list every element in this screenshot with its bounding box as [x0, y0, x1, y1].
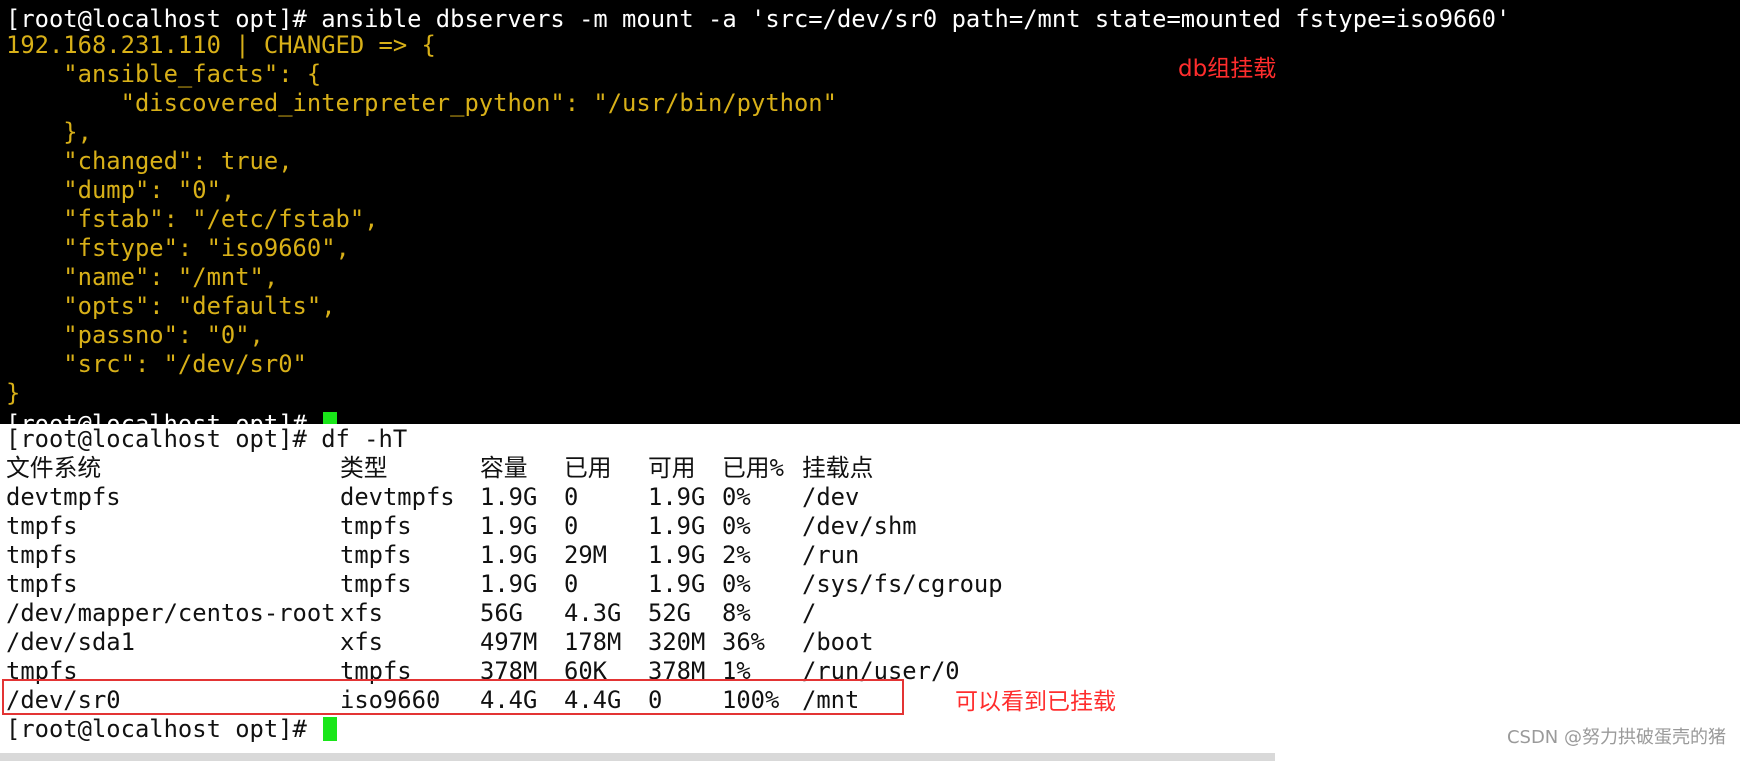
csdn-watermark: CSDN @努力拱破蛋壳的猪 [1506, 727, 1726, 748]
cell-mounted-on: /dev/shm [802, 512, 917, 540]
table-row: /dev/mapper/centos-root xfs 56G 4.3G 52G… [0, 599, 1740, 628]
cell-avail: 1.9G [648, 570, 706, 598]
output-line: "passno": "0", [6, 321, 264, 349]
cell-type: tmpfs [340, 512, 412, 540]
can-see-mounted-annotation: 可以看到已挂载 [955, 689, 1116, 715]
header-use-pct: 已用% [722, 454, 784, 482]
cell-type: xfs [340, 599, 383, 627]
table-row: devtmpfs devtmpfs 1.9G 0 1.9G 0% /dev [0, 483, 1740, 512]
output-line: "ansible_facts": { [6, 60, 322, 88]
cell-mounted-on: /run [802, 541, 860, 569]
cell-size: 1.9G [480, 570, 538, 598]
db-mount-annotation: db组挂载 [1178, 56, 1277, 82]
df-command-line: [root@localhost opt]# df -hT [6, 425, 408, 453]
cell-filesystem: /dev/mapper/centos-root [6, 599, 336, 627]
output-line: "fstab": "/etc/fstab", [6, 205, 379, 233]
output-line: "src": "/dev/sr0" [6, 350, 307, 378]
cell-avail: 1.9G [648, 541, 706, 569]
cell-filesystem: tmpfs [6, 541, 78, 569]
cell-size: 497M [480, 628, 538, 656]
cell-type: devtmpfs [340, 483, 455, 511]
output-line: "dump": "0", [6, 176, 236, 204]
header-size: 容量 [480, 454, 528, 482]
cell-mounted-on: /dev [802, 483, 860, 511]
header-filesystem: 文件系统 [6, 454, 102, 482]
table-row: tmpfs tmpfs 1.9G 29M 1.9G 2% /run [0, 541, 1740, 570]
cell-avail: 52G [648, 599, 691, 627]
cell-size: 56G [480, 599, 523, 627]
cell-use-pct: 8% [722, 599, 751, 627]
cell-mounted-on: / [802, 599, 817, 627]
cell-size: 1.9G [480, 483, 538, 511]
terminal-cursor [323, 717, 338, 741]
header-avail: 可用 [648, 454, 696, 482]
cell-avail: 320M [648, 628, 706, 656]
output-line: "discovered_interpreter_python": "/usr/b… [6, 89, 837, 117]
output-line: }, [6, 118, 92, 146]
cell-type: tmpfs [340, 541, 412, 569]
output-line: "fstype": "iso9660", [6, 234, 350, 262]
cut-prompt-line: [root@localhost opt]# [6, 410, 338, 424]
cell-size: 1.9G [480, 512, 538, 540]
output-line: } [6, 379, 21, 407]
cell-filesystem: devtmpfs [6, 483, 121, 511]
cell-use-pct: 0% [722, 512, 751, 540]
header-type: 类型 [340, 454, 388, 482]
cell-use-pct: 36% [722, 628, 765, 656]
prompt-text: [root@localhost opt]# [6, 715, 322, 743]
table-row: /dev/sda1 xfs 497M 178M 320M 36% /boot [0, 628, 1740, 657]
df-header-row: 文件系统 类型 容量 已用 可用 已用% 挂载点 [0, 454, 1740, 483]
output-line: "name": "/mnt", [6, 263, 279, 291]
cell-avail: 1.9G [648, 512, 706, 540]
cell-size: 1.9G [480, 541, 538, 569]
cell-used: 0 [564, 512, 579, 540]
horizontal-scrollbar[interactable] [0, 753, 1275, 761]
cell-filesystem: tmpfs [6, 512, 78, 540]
cell-filesystem: /dev/sda1 [6, 628, 135, 656]
header-used: 已用 [564, 454, 612, 482]
cell-use-pct: 0% [722, 570, 751, 598]
cell-mounted-on: /boot [802, 628, 874, 656]
cell-used: 29M [564, 541, 607, 569]
cell-filesystem: tmpfs [6, 570, 78, 598]
output-line: "opts": "defaults", [6, 292, 336, 320]
output-line: 192.168.231.110 | CHANGED => { [6, 31, 436, 59]
table-row: tmpfs tmpfs 1.9G 0 1.9G 0% /dev/shm [0, 512, 1740, 541]
cell-used: 0 [564, 483, 579, 511]
output-line: "changed": true, [6, 147, 293, 175]
cell-avail: 1.9G [648, 483, 706, 511]
cell-use-pct: 0% [722, 483, 751, 511]
cell-used: 178M [564, 628, 622, 656]
table-row: tmpfs tmpfs 1.9G 0 1.9G 0% /sys/fs/cgrou… [0, 570, 1740, 599]
cell-use-pct: 2% [722, 541, 751, 569]
cell-type: tmpfs [340, 570, 412, 598]
mounted-row-highlight-box [2, 679, 904, 715]
ansible-command-line: [root@localhost opt]# ansible dbservers … [6, 5, 1511, 33]
cell-type: xfs [340, 628, 383, 656]
ansible-terminal-pane[interactable]: [root@localhost opt]# ansible dbservers … [0, 0, 1740, 424]
cell-used: 4.3G [564, 599, 622, 627]
header-mounted-on: 挂载点 [802, 454, 874, 482]
terminal-cursor [323, 412, 338, 424]
cell-used: 0 [564, 570, 579, 598]
final-prompt-line: [root@localhost opt]# [6, 715, 338, 744]
prompt-text: [root@localhost opt]# [6, 410, 322, 424]
cell-mounted-on: /sys/fs/cgroup [802, 570, 1003, 598]
